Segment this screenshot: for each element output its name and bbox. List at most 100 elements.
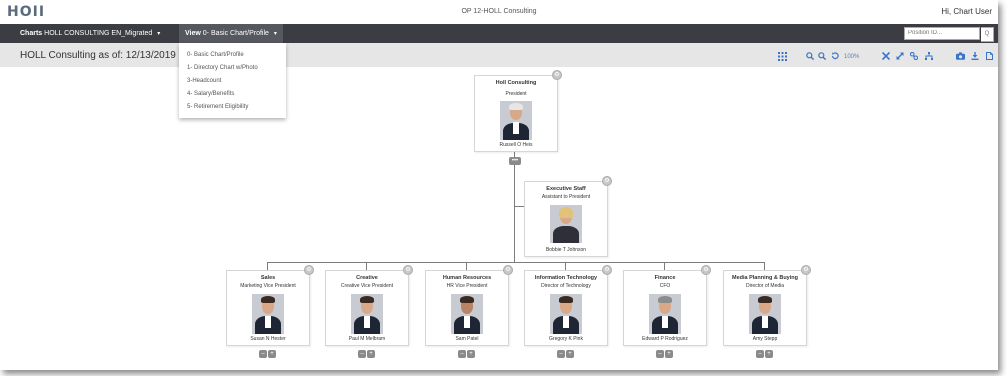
connector-line bbox=[267, 262, 268, 270]
pdf-icon[interactable] bbox=[986, 52, 993, 60]
hierarchy-icon[interactable] bbox=[925, 52, 933, 60]
org-card-assistant[interactable]: Executive Staff Assistant to President B… bbox=[524, 176, 612, 257]
charts-value: HOLL CONSULTING EN_Migrated bbox=[44, 30, 153, 37]
expand-icon[interactable] bbox=[896, 52, 904, 60]
connector-line bbox=[514, 206, 524, 207]
expand-button[interactable]: + bbox=[268, 350, 276, 358]
connector-line bbox=[267, 262, 765, 263]
camera-icon[interactable] bbox=[956, 52, 965, 60]
org-card-human-resources[interactable]: Human Resources HR Vice President Sam Pa… bbox=[425, 265, 513, 346]
org-card-root[interactable]: Holl Consulting President Russell O Heis… bbox=[474, 70, 562, 152]
employee-photo bbox=[550, 205, 582, 243]
employee-photo bbox=[252, 294, 284, 334]
view-option-basic-chart[interactable]: 0- Basic Chart/Profile bbox=[187, 52, 244, 58]
position-search-input[interactable] bbox=[904, 27, 980, 40]
expand-button[interactable]: + bbox=[665, 350, 673, 358]
connector-line bbox=[366, 262, 367, 270]
position-title: CFO bbox=[659, 283, 671, 289]
view-menu: 0- Basic Chart/Profile 1- Directory Char… bbox=[179, 43, 286, 118]
app-window: HOII OP 12-HOLL Consulting Hi, Chart Use… bbox=[0, 0, 998, 370]
employee-name: Gregory K Pink bbox=[549, 336, 583, 342]
org-card-finance[interactable]: Finance CFO Edward P Rodriguez ⚙ bbox=[623, 265, 711, 346]
chevron-down-icon: ▾ bbox=[273, 31, 277, 37]
employee-name: Susan N Hester bbox=[250, 336, 286, 342]
position-title: Director of Media bbox=[745, 283, 785, 289]
collapse-button[interactable]: – bbox=[259, 350, 267, 358]
download-icon[interactable] bbox=[971, 52, 979, 60]
nav-bar: Charts HOLL CONSULTING EN_Migrated ▾ Vie… bbox=[0, 24, 998, 43]
gear-icon[interactable]: ⚙ bbox=[403, 265, 413, 275]
grid-icon[interactable] bbox=[778, 52, 787, 61]
reset-zoom-icon[interactable] bbox=[831, 52, 839, 60]
org-card-information-technology[interactable]: Information Technology Director of Techn… bbox=[524, 265, 612, 346]
connector-line bbox=[565, 262, 566, 270]
expand-button[interactable]: + bbox=[566, 350, 574, 358]
position-title: President bbox=[505, 91, 527, 97]
zoom-level: 100% bbox=[844, 54, 860, 60]
gear-icon[interactable]: ⚙ bbox=[602, 265, 612, 275]
view-dropdown[interactable]: View 0- Basic Chart/Profile ▾ bbox=[179, 24, 283, 43]
zoom-out-icon[interactable] bbox=[818, 52, 826, 60]
employee-name: Sam Patel bbox=[455, 336, 479, 342]
collapse-button[interactable]: – bbox=[656, 350, 664, 358]
org-card-creative[interactable]: Creative Creative Vice President Paul M … bbox=[325, 265, 413, 346]
employee-name: Bobbie T Johnson bbox=[545, 247, 587, 253]
org-unit-title: Executive Staff bbox=[546, 186, 586, 192]
expand-button[interactable]: + bbox=[765, 350, 773, 358]
org-card-sales[interactable]: Sales Marketing Vice President Susan N H… bbox=[226, 265, 314, 346]
org-unit-title: Creative bbox=[356, 275, 378, 281]
collapse-button[interactable]: – bbox=[756, 350, 764, 358]
employee-name: Paul M Melbram bbox=[348, 336, 386, 342]
gear-icon[interactable]: ⚙ bbox=[503, 265, 513, 275]
view-option-directory-chart[interactable]: 1- Directory Chart w/Photo bbox=[187, 65, 258, 71]
position-title: Marketing Vice President bbox=[240, 283, 296, 289]
org-unit-title: Information Technology bbox=[534, 275, 598, 281]
charts-label: Charts bbox=[20, 30, 43, 37]
position-title: Director of Technology bbox=[541, 283, 591, 289]
gear-icon[interactable]: ⚙ bbox=[552, 70, 562, 80]
page-title: HOLL Consulting as of: 12/13/2019 bbox=[20, 50, 176, 61]
employee-photo bbox=[351, 294, 383, 334]
view-label: View bbox=[185, 30, 201, 37]
position-title: HR Vice President bbox=[446, 283, 488, 289]
connector-line bbox=[664, 262, 665, 270]
view-option-salary-benefits[interactable]: 4- Salary/Benefits bbox=[187, 91, 234, 97]
collapse-button[interactable]: – bbox=[458, 350, 466, 358]
chevron-down-icon: ▾ bbox=[157, 31, 161, 37]
search-icon[interactable]: Q bbox=[981, 27, 994, 42]
org-unit-title: Media Planning & Buying bbox=[731, 275, 798, 281]
gear-icon[interactable]: ⚙ bbox=[304, 265, 314, 275]
collapse-button[interactable]: – bbox=[557, 350, 565, 358]
org-unit-title: Finance bbox=[654, 275, 676, 281]
user-greeting[interactable]: Hi, Chart User bbox=[941, 7, 992, 16]
expand-button[interactable]: + bbox=[467, 350, 475, 358]
view-value: 0- Basic Chart/Profile bbox=[202, 30, 269, 37]
employee-name: Edward P Rodriguez bbox=[642, 336, 688, 342]
zoom-in-icon[interactable] bbox=[806, 52, 814, 60]
view-option-headcount[interactable]: 3-Headcount bbox=[187, 78, 221, 84]
employee-photo bbox=[500, 101, 532, 140]
gear-icon[interactable]: ⚙ bbox=[602, 176, 612, 186]
connector-line bbox=[466, 262, 467, 270]
org-card-media-planning[interactable]: Media Planning & Buying Director of Medi… bbox=[723, 265, 811, 346]
gear-icon[interactable]: ⚙ bbox=[801, 265, 811, 275]
chart-toolbar: HOLL Consulting as of: 12/13/2019 100% bbox=[0, 43, 998, 67]
employee-photo bbox=[649, 294, 681, 334]
position-title: Assistant to President bbox=[541, 194, 591, 200]
expand-button[interactable]: + bbox=[367, 350, 375, 358]
org-unit-title: Sales bbox=[260, 275, 276, 281]
employee-photo bbox=[451, 294, 483, 334]
view-option-retirement[interactable]: 5- Retirement Eligibility bbox=[187, 104, 248, 110]
employee-photo bbox=[749, 294, 781, 334]
org-unit-title: Holl Consulting bbox=[495, 80, 537, 86]
top-bar: HOII OP 12-HOLL Consulting Hi, Chart Use… bbox=[0, 0, 998, 24]
collapse-button[interactable]: – bbox=[358, 350, 366, 358]
charts-dropdown[interactable]: Charts HOLL CONSULTING EN_Migrated ▾ bbox=[14, 24, 166, 43]
gear-icon[interactable]: ⚙ bbox=[701, 265, 711, 275]
org-unit-title: Human Resources bbox=[442, 275, 492, 281]
link-icon[interactable] bbox=[910, 52, 918, 60]
position-title: Creative Vice President bbox=[340, 283, 394, 289]
connector-line bbox=[764, 262, 765, 270]
expand-children-button[interactable]: ••• bbox=[509, 157, 521, 165]
collapse-icon[interactable] bbox=[882, 52, 890, 60]
